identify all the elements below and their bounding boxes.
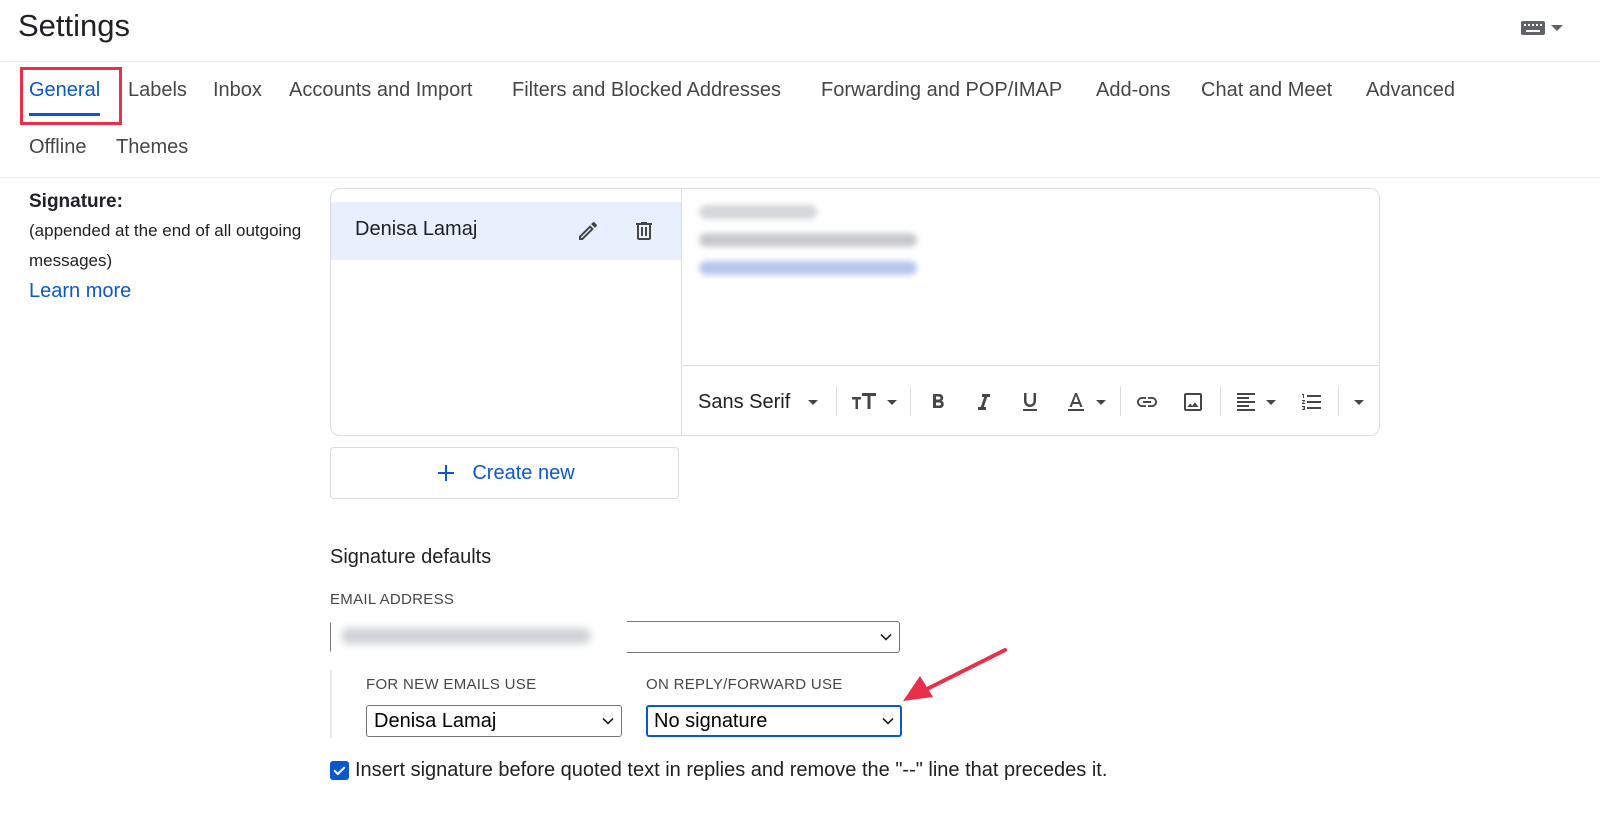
- learn-more-link[interactable]: Learn more: [29, 276, 329, 306]
- font-family-select[interactable]: Sans Serif: [698, 388, 819, 416]
- bold-button[interactable]: [926, 388, 950, 416]
- blurred-signature-links: [699, 261, 917, 275]
- tab-chat-and-meet[interactable]: Chat and Meet: [1201, 62, 1332, 120]
- signature-section-label: Signature: (appended at the end of all o…: [29, 188, 329, 306]
- for-new-emails-label: FOR NEW EMAILS USE: [366, 676, 537, 693]
- signature-editor[interactable]: Sans Serif: [683, 189, 1379, 435]
- text-size-icon: [852, 393, 876, 409]
- formatting-toolbar: Sans Serif: [683, 365, 1379, 435]
- signature-title: Signature:: [29, 191, 123, 212]
- reply-forward-signature-value: No signature: [654, 710, 768, 732]
- caret-down-icon: [1266, 399, 1276, 405]
- caret-down-icon: [808, 399, 819, 405]
- chevron-down-icon: [602, 717, 614, 725]
- toolbar-divider: [836, 386, 837, 416]
- italic-button[interactable]: [972, 388, 996, 416]
- toolbar-divider: [1120, 386, 1121, 416]
- toolbar-divider: [910, 386, 911, 416]
- signature-editor-content[interactable]: [699, 205, 1359, 355]
- link-icon: [1137, 397, 1157, 407]
- font-family-label: Sans Serif: [698, 390, 791, 413]
- underline-button[interactable]: [1018, 388, 1042, 416]
- image-icon: [1184, 393, 1202, 411]
- tab-filters-and-blocked-addresses[interactable]: Filters and Blocked Addresses: [512, 62, 781, 120]
- annotation-arrow: [903, 648, 1007, 701]
- new-emails-signature-select[interactable]: Denisa Lamaj: [366, 705, 622, 737]
- tab-themes[interactable]: Themes: [116, 119, 188, 177]
- signature-list-item[interactable]: Denisa Lamaj: [331, 202, 681, 260]
- blurred-email-address: [331, 620, 627, 654]
- signature-list: Denisa Lamaj: [331, 189, 682, 435]
- on-reply-forward-label: ON REPLY/FORWARD USE: [646, 676, 843, 693]
- edit-icon[interactable]: [574, 217, 602, 245]
- numbered-list-icon: [1302, 394, 1321, 410]
- settings-header: Settings: [0, 0, 1600, 62]
- tab-forwarding-and-pop-imap[interactable]: Forwarding and POP/IMAP: [821, 62, 1062, 120]
- more-formatting-button[interactable]: [1349, 388, 1364, 416]
- page-title: Settings: [18, 8, 131, 43]
- tabs-divider: [0, 177, 1600, 178]
- input-tools-menu[interactable]: [1521, 17, 1569, 39]
- signature-name: Denisa Lamaj: [355, 218, 478, 240]
- tab-add-ons[interactable]: Add-ons: [1096, 62, 1171, 120]
- email-address-label: EMAIL ADDRESS: [330, 591, 455, 608]
- signature-defaults-title: Signature defaults: [330, 546, 492, 568]
- reply-forward-signature-select[interactable]: No signature: [646, 705, 902, 737]
- insert-before-quoted-checkbox[interactable]: [330, 761, 349, 780]
- insert-before-quoted-option: Insert signature before quoted text in r…: [330, 759, 1107, 782]
- caret-down-icon: [1551, 25, 1563, 31]
- insert-before-quoted-label: Insert signature before quoted text in r…: [355, 759, 1108, 781]
- chevron-down-icon: [882, 717, 894, 725]
- chevron-down-icon: [880, 633, 892, 641]
- tab-inbox[interactable]: Inbox: [213, 62, 262, 120]
- align-button[interactable]: [1234, 388, 1276, 416]
- signature-defaults-selectors: FOR NEW EMAILS USE Denisa Lamaj ON REPLY…: [330, 670, 910, 738]
- create-new-label: Create new: [472, 461, 575, 484]
- plus-icon: [438, 465, 455, 481]
- text-color-button[interactable]: [1064, 388, 1106, 416]
- numbered-list-button[interactable]: [1300, 388, 1324, 416]
- tab-accounts-and-import[interactable]: Accounts and Import: [289, 62, 472, 120]
- blurred-signature-line: [699, 233, 917, 247]
- text-color-icon: [1068, 393, 1084, 411]
- email-address-select[interactable]: [330, 620, 900, 654]
- checkmark-icon: [333, 766, 346, 775]
- caret-down-icon: [1354, 399, 1364, 405]
- align-left-icon: [1237, 393, 1255, 411]
- font-size-button[interactable]: [851, 388, 897, 416]
- toolbar-divider: [1220, 386, 1221, 416]
- signature-description: (appended at the end of all outgoing mes…: [29, 221, 302, 270]
- blurred-email-text: [341, 628, 591, 644]
- general-tab-highlight: [20, 67, 122, 125]
- italic-icon: [978, 394, 990, 410]
- delete-icon[interactable]: [630, 217, 658, 245]
- insert-link-button[interactable]: [1134, 388, 1160, 416]
- caret-down-icon: [887, 399, 897, 405]
- tab-labels[interactable]: Labels: [128, 62, 187, 120]
- bold-icon: [933, 394, 944, 408]
- tab-advanced[interactable]: Advanced: [1366, 62, 1455, 120]
- signature-panel: Denisa Lamaj Sans Serif: [330, 188, 1380, 436]
- underline-icon: [1023, 393, 1037, 411]
- create-new-button[interactable]: Create new: [330, 447, 679, 499]
- caret-down-icon: [1096, 399, 1106, 405]
- tab-offline[interactable]: Offline: [29, 119, 86, 177]
- blurred-signature-line: [699, 205, 817, 219]
- toolbar-divider: [1338, 386, 1339, 416]
- new-emails-signature-value: Denisa Lamaj: [374, 710, 497, 732]
- keyboard-icon: [1521, 21, 1545, 35]
- insert-image-button[interactable]: [1181, 388, 1205, 416]
